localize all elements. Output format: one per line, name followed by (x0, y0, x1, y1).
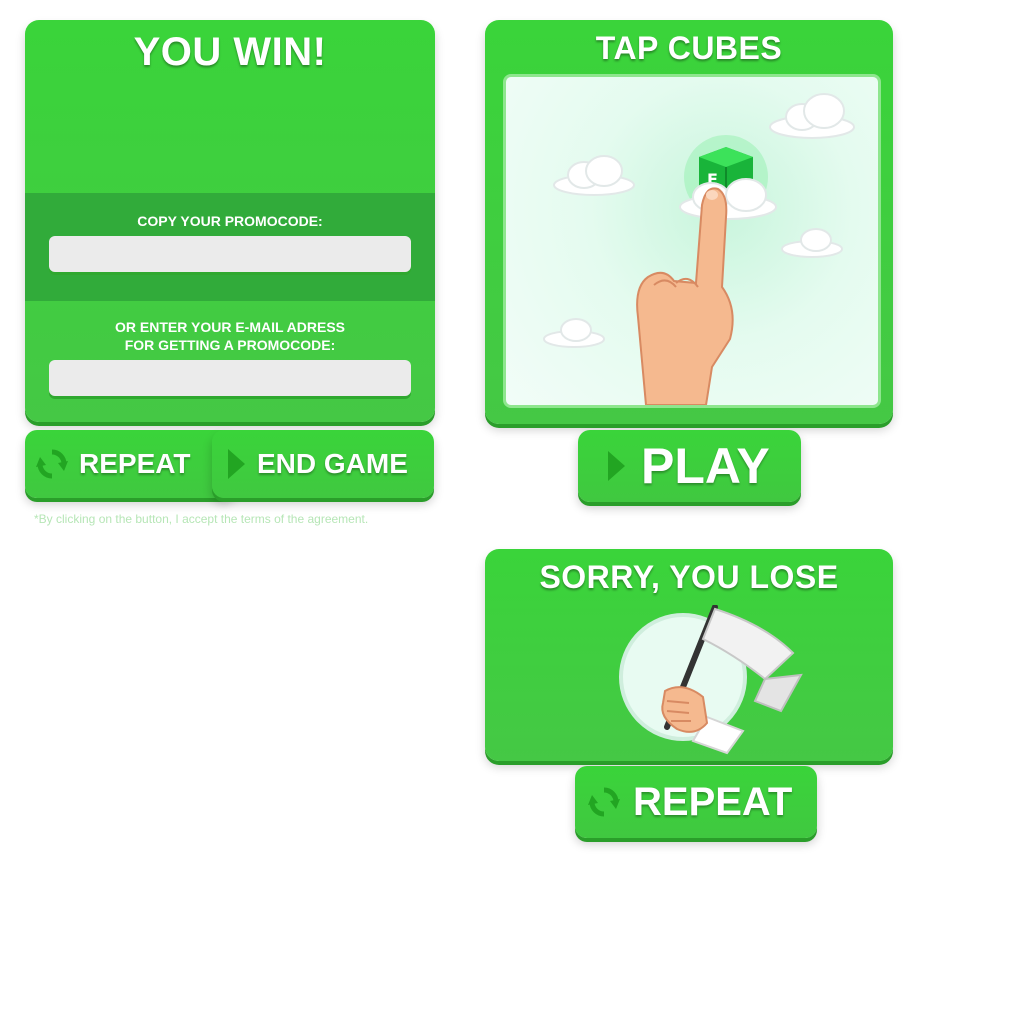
lose-title: SORRY, YOU LOSE (539, 559, 839, 595)
end-game-button-label: END GAME (257, 448, 408, 479)
copy-promocode-label: COPY YOUR PROMOCODE: (137, 213, 323, 229)
cloud-icon (781, 228, 843, 258)
lose-repeat-button[interactable]: REPEAT (575, 766, 817, 838)
cloud-icon (543, 318, 605, 348)
hand-icon (636, 187, 734, 405)
lose-repeat-button-label: REPEAT (633, 779, 793, 824)
game-preview: E (503, 74, 881, 408)
terms-text: *By clicking on the button, I accept the… (34, 512, 369, 526)
cloud-icon (553, 155, 635, 196)
cloud-icon (769, 93, 855, 139)
start-title: TAP CUBES (595, 30, 783, 66)
start-panel: TAP CUBES E (485, 20, 893, 424)
lose-panel: SORRY, YOU LOSE (485, 549, 893, 761)
tap-illustration: E (543, 93, 855, 405)
refresh-icon (36, 449, 68, 479)
end-game-button[interactable]: END GAME (212, 430, 434, 498)
play-arrow-icon (608, 451, 625, 481)
win-panel: YOU WIN! COPY YOUR PROMOCODE: OR ENTER Y… (25, 20, 435, 422)
email-label-line1: OR ENTER YOUR E-MAIL ADRESS (115, 319, 345, 335)
email-label-line2: FOR GETTING A PROMOCODE: (124, 337, 336, 353)
email-label: OR ENTER YOUR E-MAIL ADRESS FOR GETTING … (25, 318, 435, 354)
repeat-button[interactable]: REPEAT (25, 430, 235, 498)
play-button[interactable]: PLAY (578, 430, 801, 502)
repeat-button-label: REPEAT (79, 448, 191, 479)
refresh-icon (588, 787, 620, 817)
win-title: YOU WIN! (133, 30, 327, 74)
play-arrow-icon (228, 449, 245, 479)
promocode-field[interactable] (49, 236, 411, 272)
white-flag-illustration (619, 605, 803, 755)
play-button-label: PLAY (641, 438, 770, 494)
email-field[interactable] (49, 360, 411, 396)
